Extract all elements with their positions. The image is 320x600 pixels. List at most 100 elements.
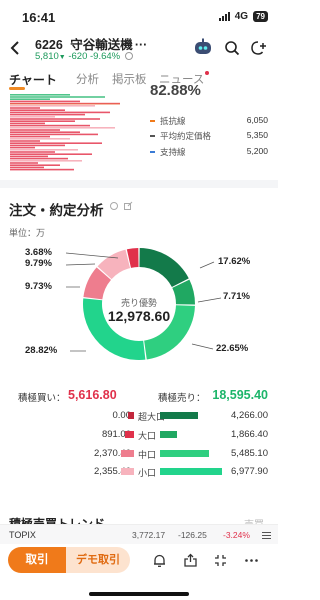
stock-tabs: チャート 分析 掲示板 ニュース <box>0 68 278 90</box>
slice-label-large-buy: 3.68% <box>25 247 52 258</box>
leader-line <box>65 263 96 266</box>
leader-line <box>199 261 215 269</box>
totals-row: 積極買い： 5,616.80 積極売り： 18,595.40 <box>0 388 278 404</box>
stock-header: 6226 守谷輸送機 ··· 5,810▼ -620 -9.64% <box>0 30 278 68</box>
index-change-pct: -3.24% <box>223 530 250 540</box>
total-buy-value: 5,616.80 <box>68 388 117 402</box>
average-dash <box>150 135 155 137</box>
depth-percentage: 82.88% <box>150 82 201 99</box>
share-icon[interactable] <box>124 201 133 210</box>
order-buy-bar <box>128 412 134 419</box>
legend-label: 支持線 <box>160 147 186 157</box>
order-buy-bar <box>125 431 134 438</box>
status-time: 16:41 <box>22 10 56 25</box>
profile-bar <box>10 160 82 162</box>
down-arrow-icon: ▼ <box>58 54 66 61</box>
stock-price: 5,810 <box>35 51 59 62</box>
fullscreen-icon[interactable] <box>213 553 228 568</box>
profile-bar <box>10 105 95 107</box>
price-change: -620 <box>68 51 88 62</box>
order-sell-value: 6,977.90 <box>231 466 268 477</box>
total-sell-label: 積極売り： <box>158 393 206 404</box>
trade-button[interactable]: 取引 <box>8 547 66 573</box>
index-name: TOPIX <box>9 530 36 540</box>
order-row: 0.00 超大口 4,266.00 <box>0 409 278 423</box>
order-sell-bar <box>160 450 209 457</box>
order-size-label: 小口 <box>138 468 157 478</box>
tab-board[interactable]: 掲示板 <box>112 71 147 87</box>
profile-bar <box>10 127 115 129</box>
order-sell-bar <box>160 468 222 475</box>
status-indicators: 4G 79 <box>218 11 268 22</box>
bottom-action-bar: 取引 デモ取引 <box>0 544 278 600</box>
order-donut-chart: 売り優勢 12,978.60 17.62% 7.71% 22.65% 28.82… <box>0 240 278 370</box>
slice-label-medium-buy: 9.79% <box>25 258 52 269</box>
profile-bar <box>10 113 85 116</box>
profile-bar <box>10 135 50 138</box>
demo-trade-button[interactable]: デモ取引 <box>66 547 130 573</box>
resistance-dash <box>150 120 155 122</box>
donut-center-value: 12,978.60 <box>107 308 171 324</box>
profile-bar <box>10 107 40 109</box>
tab-chart[interactable]: チャート <box>9 71 57 88</box>
bell-icon[interactable] <box>152 553 167 568</box>
order-buy-bar <box>121 468 134 475</box>
profile-bar <box>10 164 60 166</box>
order-sell-value: 1,866.40 <box>231 429 268 440</box>
profile-bar <box>10 116 55 118</box>
slice-label-super-large-sell: 17.62% <box>218 256 251 267</box>
volume-profile-area: 82.88% 抵抗線 6,050 平均約定価格 5,350 支持線 5,200 <box>0 82 278 178</box>
stock-name: 守谷輸送機 <box>70 38 133 52</box>
stock-code: 6226 <box>35 38 63 52</box>
profile-bar <box>10 162 38 164</box>
profile-bar <box>10 122 45 125</box>
donut-slice-super-large-sell <box>139 248 189 288</box>
legend-resistance: 抵抗線 6,050 <box>150 115 270 127</box>
back-arrow-icon[interactable] <box>8 40 22 56</box>
volume-profile-chart <box>10 94 120 171</box>
profile-bar <box>10 129 60 131</box>
order-size-label: 中口 <box>138 450 157 460</box>
order-sell-bar <box>160 412 198 419</box>
order-row: 2,370.40 中口 5,485.10 <box>0 447 278 461</box>
more-icon[interactable] <box>244 553 259 568</box>
order-row: 2,355.40 小口 6,977.90 <box>0 465 278 479</box>
legend-value: 5,350 <box>246 130 268 140</box>
total-sell-value: 18,595.40 <box>212 388 268 402</box>
price-change-pct: -9.64% <box>90 51 121 62</box>
legend-average-price: 平均約定価格 5,350 <box>150 130 270 142</box>
index-ticker-bar[interactable]: TOPIX 3,772.17 -126.25 -3.24% <box>0 524 278 544</box>
more-dots-icon: ··· <box>134 38 148 52</box>
slice-label-large-sell: 7.71% <box>223 291 250 302</box>
info-icon[interactable] <box>110 202 118 210</box>
menu-icon[interactable] <box>262 532 271 539</box>
tab-analysis[interactable]: 分析 <box>76 71 99 87</box>
slice-label-medium-sell: 22.65% <box>216 343 249 354</box>
profile-bar <box>10 146 35 149</box>
search-icon[interactable] <box>224 40 240 56</box>
news-notification-dot <box>205 71 209 75</box>
assistant-bot-icon[interactable] <box>193 38 213 56</box>
profile-bar <box>10 151 55 153</box>
profile-bar <box>10 94 70 96</box>
profile-bar <box>10 168 74 171</box>
profile-bar <box>10 96 105 98</box>
legend-value: 6,050 <box>246 115 268 125</box>
order-sell-value: 4,266.00 <box>231 410 268 421</box>
leader-line <box>65 252 119 259</box>
share-out-icon[interactable] <box>183 553 198 568</box>
profile-bar <box>10 120 75 122</box>
profile-bar <box>10 157 68 160</box>
profile-bar <box>10 98 50 100</box>
profile-bar <box>10 138 70 140</box>
order-size-label: 大口 <box>138 431 157 441</box>
leader-line <box>191 343 214 350</box>
home-indicator <box>89 592 189 596</box>
add-favorite-icon[interactable] <box>250 40 267 56</box>
battery-icon: 79 <box>253 11 268 22</box>
index-value: 3,772.17 <box>132 530 166 540</box>
profile-bar <box>10 131 80 133</box>
section-divider <box>0 180 278 188</box>
legend-value: 5,200 <box>246 146 268 156</box>
slice-label-small-sell: 28.82% <box>25 345 58 356</box>
